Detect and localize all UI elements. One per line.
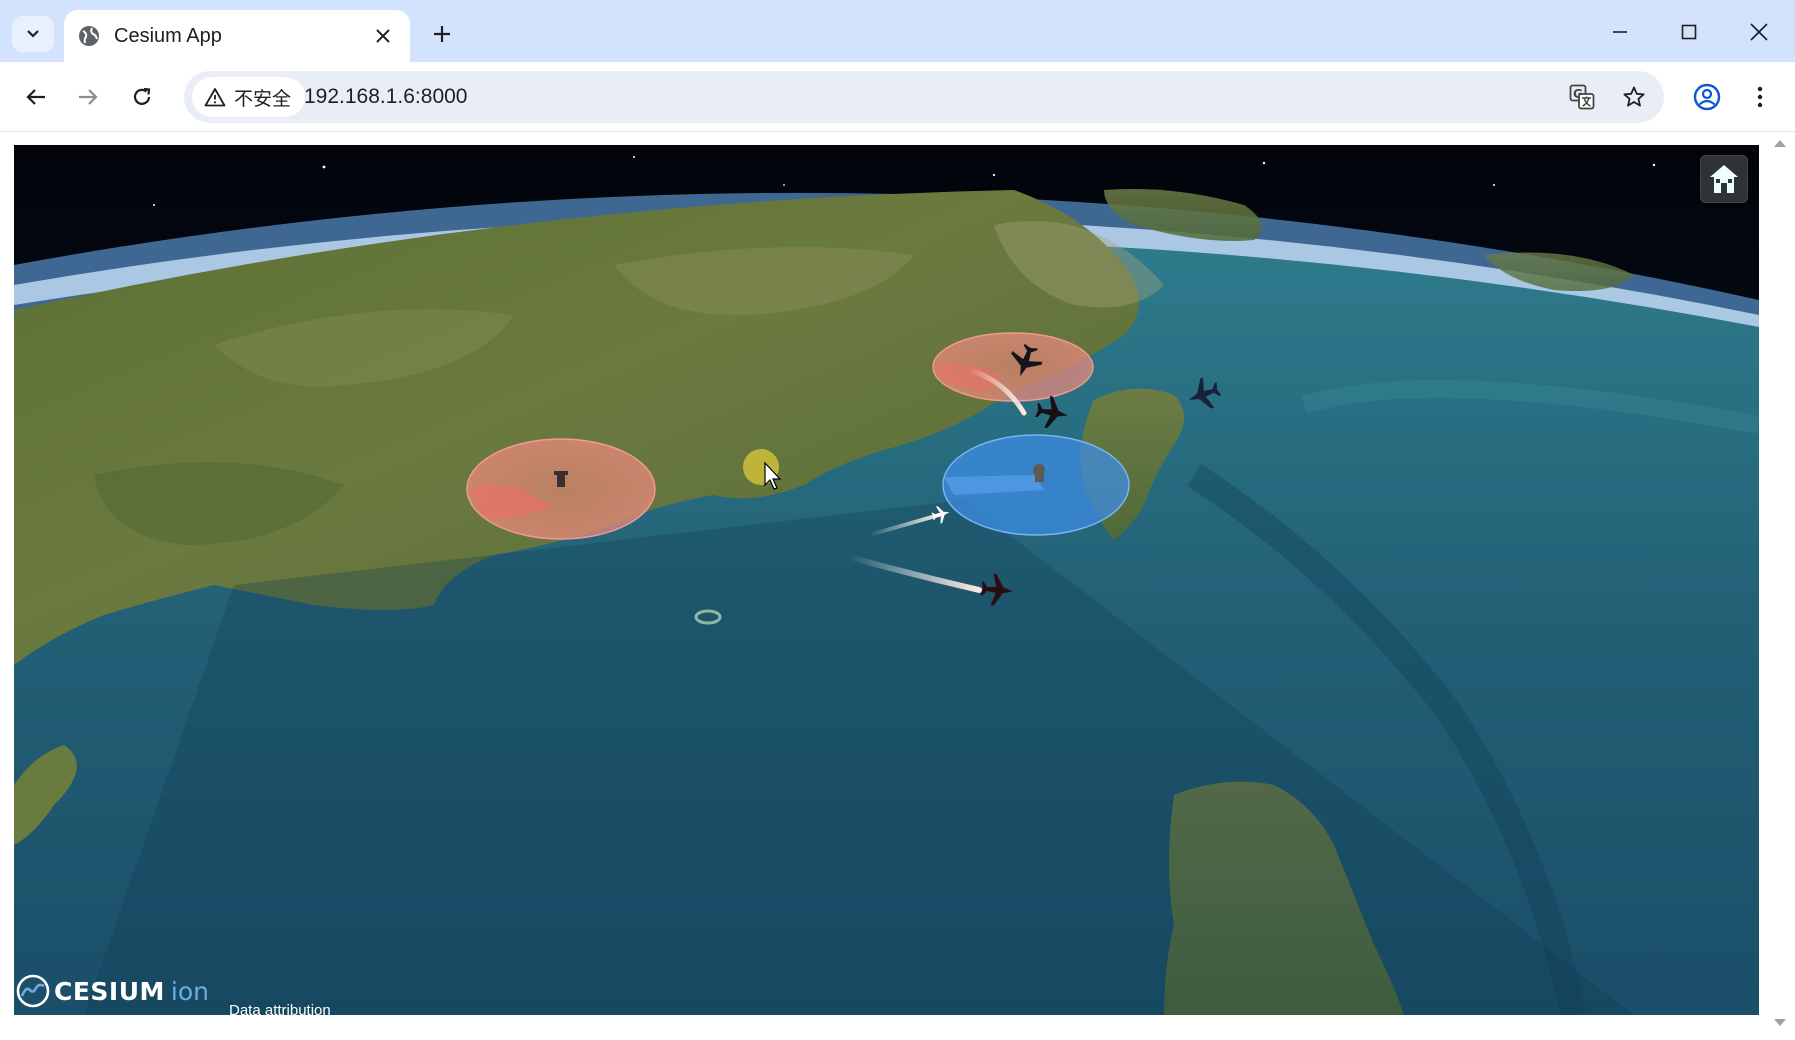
cesium-logo-text: CESIUM: [54, 976, 165, 1006]
kebab-menu-icon: [1757, 86, 1763, 108]
globe-scene[interactable]: [14, 145, 1759, 1015]
minimize-icon: [1613, 31, 1627, 33]
close-icon: [376, 29, 390, 43]
tab-cesium-app[interactable]: Cesium App: [64, 10, 410, 62]
tab-close-button[interactable]: [368, 21, 398, 51]
forward-button[interactable]: [68, 77, 108, 117]
reload-button[interactable]: [122, 77, 162, 117]
close-window-button[interactable]: [1739, 14, 1779, 50]
browser-menu-button[interactable]: [1740, 77, 1780, 117]
page-scrollbar[interactable]: [1765, 132, 1795, 1040]
profile-button[interactable]: [1687, 77, 1727, 117]
reload-icon: [133, 87, 151, 105]
tab-title: Cesium App: [114, 24, 222, 47]
back-button[interactable]: [16, 77, 56, 117]
arrow-right-icon: [79, 89, 98, 105]
translate-icon: G: [1569, 84, 1595, 110]
security-label: 不安全: [234, 88, 292, 110]
chevron-down-icon: [27, 30, 39, 38]
address-bar[interactable]: 不安全 192.168.1.6:8000 G: [184, 71, 1664, 123]
cesium-logo-icon: [16, 974, 50, 1008]
plus-icon: [434, 26, 450, 42]
tab-bar: Cesium App: [0, 0, 1795, 62]
tab-search-button[interactable]: [12, 16, 54, 52]
cesium-ion-logo[interactable]: CESIUM ion: [16, 974, 209, 1008]
url-text[interactable]: 192.168.1.6:8000: [304, 85, 468, 109]
new-tab-button[interactable]: [424, 16, 460, 52]
star-icon: [1623, 86, 1645, 107]
maximize-icon: [1681, 24, 1697, 40]
cesium-viewer[interactable]: CESIUM ion Data attribution: [14, 145, 1759, 1015]
arrow-left-icon: [26, 89, 45, 105]
minimize-button[interactable]: [1600, 14, 1640, 50]
ion-logo-text: ion: [170, 976, 210, 1006]
page-content: CESIUM ion Data attribution: [0, 132, 1795, 1040]
scroll-up-arrow-icon[interactable]: [1773, 138, 1787, 148]
security-chip[interactable]: 不安全: [192, 77, 306, 117]
scroll-down-arrow-icon[interactable]: [1773, 1018, 1787, 1028]
translate-button[interactable]: G: [1564, 79, 1600, 115]
browser-toolbar: 不安全 192.168.1.6:8000 G: [0, 62, 1795, 132]
home-button[interactable]: [1700, 155, 1748, 203]
profile-icon: [1693, 83, 1721, 111]
warning-icon: [204, 88, 226, 107]
maximize-button[interactable]: [1669, 14, 1709, 50]
bookmark-button[interactable]: [1616, 79, 1652, 115]
close-icon: [1750, 23, 1768, 41]
home-icon: [1710, 165, 1738, 193]
globe-icon: [79, 26, 99, 46]
data-attribution-link[interactable]: Data attribution: [229, 1002, 331, 1015]
